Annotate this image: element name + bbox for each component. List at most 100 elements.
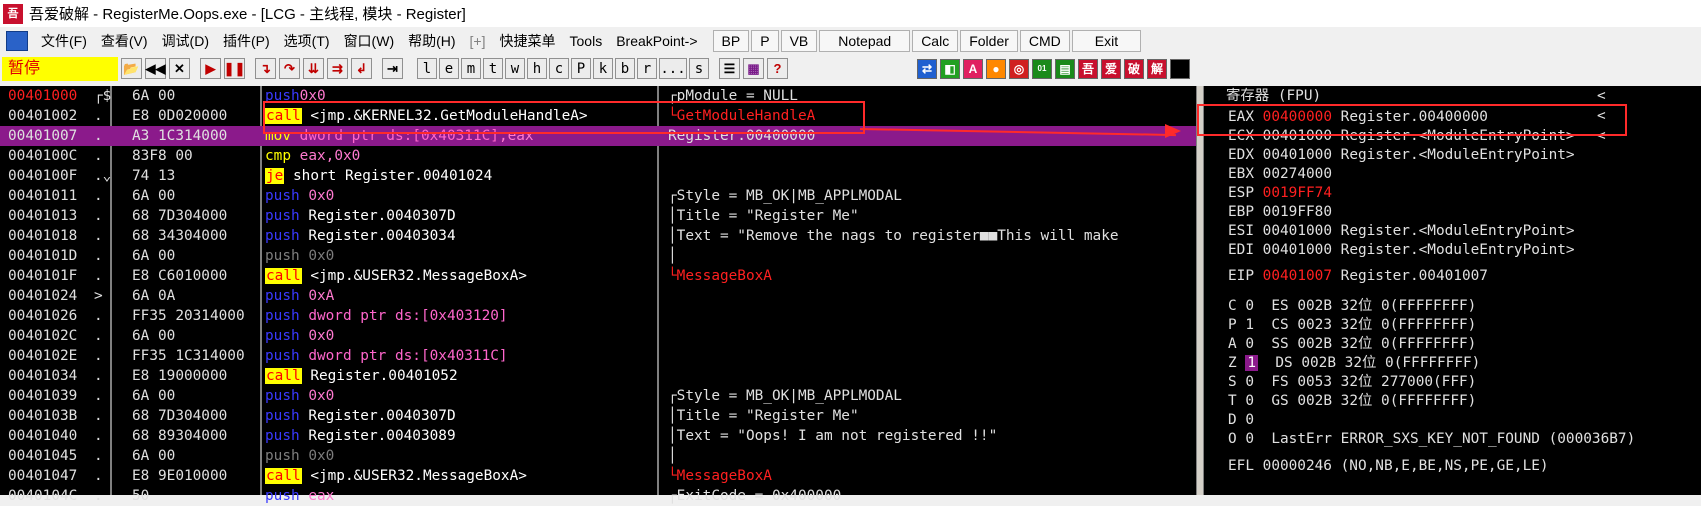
register-row-eip[interactable]: EIP 00401007 Register.00401007 <box>1228 266 1488 286</box>
register-row-esi[interactable]: ESI 00401000 Register.<ModuleEntryPoint> <box>1228 221 1575 241</box>
bp-button[interactable]: BP <box>712 29 750 52</box>
menu-help[interactable]: 帮助(H) <box>401 31 462 51</box>
p-button[interactable]: P <box>751 29 779 52</box>
execute-till-return-icon[interactable]: ↲ <box>351 58 372 79</box>
threads-button[interactable]: t <box>483 58 503 79</box>
menu-plugins[interactable]: 插件(P) <box>216 31 277 51</box>
binary-icon[interactable]: 01 <box>1032 58 1052 79</box>
menu-options[interactable]: 选项(T) <box>277 31 337 51</box>
help-icon[interactable]: ? <box>767 58 788 79</box>
menu-file[interactable]: 文件(F) <box>34 31 94 51</box>
calc-button[interactable]: Calc <box>912 29 959 52</box>
register-description: Register.<ModuleEntryPoint> <box>1340 242 1575 258</box>
flag-row[interactable]: A 0 SS 002B 32位 0(FFFFFFFF) <box>1228 334 1476 354</box>
disasm-row[interactable]: 00401011. 6A 00 push 0x0 ┌Style = MB_OK|MB_… <box>0 186 1196 206</box>
disasm-row[interactable]: 0040102E. FF35 1C314000 push dword ptr ds:… <box>0 346 1196 366</box>
refresh-icon[interactable]: ⇄ <box>917 58 937 79</box>
close-icon[interactable]: ✕ <box>169 58 190 79</box>
disasm-row[interactable]: 00401047. E8 9E010000 call <jmp.&USER32.Me… <box>0 466 1196 486</box>
run-trace-button[interactable]: ... <box>659 58 687 79</box>
disasm-row[interactable]: 00401024 >6A 0A push 0xA <box>0 286 1196 306</box>
flag-row[interactable]: T 0 GS 002B 32位 0(FFFFFFFF) <box>1228 391 1476 411</box>
flag-row[interactable]: P 1 CS 0023 32位 0(FFFFFFFF) <box>1228 315 1476 335</box>
references-button[interactable]: r <box>637 58 657 79</box>
disasm-row[interactable]: 0040102C. 6A 00 push 0x0 <box>0 326 1196 346</box>
black-box-icon[interactable] <box>1170 58 1190 79</box>
memory-button[interactable]: m <box>461 58 481 79</box>
go-to-icon[interactable]: ⇥ <box>382 58 403 79</box>
open-icon[interactable]: 📂 <box>121 58 142 79</box>
register-name: EBX <box>1228 166 1254 182</box>
disasm-row[interactable]: 00401034. E8 19000000 call Register.004010… <box>0 366 1196 386</box>
exit-button[interactable]: Exit <box>1071 29 1142 52</box>
log-window-button[interactable]: l <box>417 58 437 79</box>
register-row-esp[interactable]: ESP 0019FF74 <box>1228 183 1341 203</box>
record-icon[interactable]: ● <box>986 58 1006 79</box>
menu-breakpoint[interactable]: BreakPoint-> <box>609 33 704 49</box>
menu-debug[interactable]: 调试(D) <box>155 31 216 51</box>
list-icon[interactable]: ☰ <box>719 58 740 79</box>
menu-view[interactable]: 查看(V) <box>94 31 155 51</box>
disasm-row[interactable]: 0040104C. 50 push eax ┌ExitCode = 0x400000 <box>0 486 1196 506</box>
ai-logo-icon[interactable]: 爱 <box>1101 58 1121 79</box>
flag-row[interactable]: Z 1 DS 002B 32位 0(FFFFFFFF) <box>1228 353 1480 373</box>
menu-window[interactable]: 窗口(W) <box>337 31 402 51</box>
trace-into-icon[interactable]: ⇊ <box>303 58 324 79</box>
jie-logo-icon[interactable]: 解 <box>1147 58 1167 79</box>
register-row-edi[interactable]: EDI 00401000 Register.<ModuleEntryPoint> <box>1228 240 1575 260</box>
disasm-row[interactable]: 0040101D. 6A 00 push 0x0 │ <box>0 246 1196 266</box>
disasm-row[interactable]: 0040100F .⌄ 74 13 je short Register.0040102… <box>0 166 1196 186</box>
breakpoints-button[interactable]: b <box>615 58 635 79</box>
calculator-icon[interactable]: ▤ <box>1055 58 1075 79</box>
registers-header[interactable]: 寄存器 (FPU) < < < <box>1204 86 1701 144</box>
modules-button[interactable]: e <box>439 58 459 79</box>
step-into-icon[interactable]: ↴ <box>255 58 276 79</box>
disasm-row[interactable]: 0040101F. E8 C6010000 call <jmp.&USER32.Me… <box>0 266 1196 286</box>
disasm-row[interactable]: 0040103B. 68 7D304000 push Register.004030… <box>0 406 1196 426</box>
target-icon[interactable]: ◎ <box>1009 58 1029 79</box>
disasm-row[interactable]: 00401040. 68 89304000 push Register.004030… <box>0 426 1196 446</box>
register-row-ebp[interactable]: EBP 0019FF80 <box>1228 202 1341 222</box>
plugin-icon[interactable]: ◧ <box>940 58 960 79</box>
register-row-ebx[interactable]: EBX 00274000 <box>1228 164 1341 184</box>
disasm-row[interactable]: 00401018. 68 34304000 push Register.004030… <box>0 226 1196 246</box>
pane-splitter[interactable] <box>1196 86 1204 495</box>
trace-over-icon[interactable]: ⇉ <box>327 58 348 79</box>
efl-row[interactable]: EFL 00000246 (NO,NB,E,BE,NS,PE,GE,LE) <box>1228 456 1549 476</box>
flag-row[interactable]: C 0 ES 002B 32位 0(FFFFFFFF) <box>1228 296 1476 316</box>
cpu-button[interactable]: c <box>549 58 569 79</box>
rewind-icon[interactable]: ◀◀ <box>145 58 166 79</box>
source-button[interactable]: s <box>689 58 709 79</box>
step-over-icon[interactable]: ↷ <box>279 58 300 79</box>
registers-pane[interactable]: 寄存器 (FPU) < < < EAX 00400000 Register.00… <box>1204 86 1701 495</box>
disasm-row[interactable]: 0040100C. 83F8 00 cmp eax,0x0 <box>0 146 1196 166</box>
flag-row[interactable]: S 0 FS 0053 32位 277000(FFF) <box>1228 372 1476 392</box>
disassembly-pane[interactable]: 00401000 ┌$ 6A 00 push0x0 ┌pModule = NULL 004… <box>0 86 1196 504</box>
address-cell: 0040100C <box>8 148 78 164</box>
system-menu-icon[interactable] <box>6 30 28 51</box>
flag-row[interactable]: D 0 <box>1228 410 1271 430</box>
wu-logo-icon[interactable]: 吾 <box>1078 58 1098 79</box>
register-row-edx[interactable]: EDX 00401000 Register.<ModuleEntryPoint> <box>1228 145 1575 165</box>
windows-button[interactable]: w <box>505 58 525 79</box>
vb-button[interactable]: VB <box>780 29 818 52</box>
flag-row[interactable]: O 0 LastErr ERROR_SXS_KEY_NOT_FOUND (000… <box>1228 429 1635 449</box>
menu-expand[interactable]: [+] <box>463 33 493 49</box>
pause-icon[interactable]: ❚❚ <box>224 58 245 79</box>
menu-quick[interactable]: 快捷菜单 <box>493 31 563 51</box>
grid-icon[interactable]: ▦ <box>743 58 764 79</box>
disasm-row[interactable]: 00401013. 68 7D304000 push Register.004030… <box>0 206 1196 226</box>
cmd-button[interactable]: CMD <box>1019 29 1070 52</box>
call-stack-button[interactable]: k <box>593 58 613 79</box>
disasm-row[interactable]: 00401026. FF35 20314000 push dword ptr ds:… <box>0 306 1196 326</box>
disasm-row[interactable]: 00401045. 6A 00 push 0x0 │ <box>0 446 1196 466</box>
run-icon[interactable]: ▶ <box>200 58 221 79</box>
a-icon[interactable]: A <box>963 58 983 79</box>
patches-button[interactable]: P <box>571 58 591 79</box>
notepad-button[interactable]: Notepad <box>819 29 911 52</box>
disasm-row[interactable]: 00401039. 6A 00 push 0x0 ┌Style = MB_OK|MB_… <box>0 386 1196 406</box>
po-logo-icon[interactable]: 破 <box>1124 58 1144 79</box>
menu-tools[interactable]: Tools <box>563 33 610 49</box>
folder-button[interactable]: Folder <box>960 29 1018 52</box>
handles-button[interactable]: h <box>527 58 547 79</box>
